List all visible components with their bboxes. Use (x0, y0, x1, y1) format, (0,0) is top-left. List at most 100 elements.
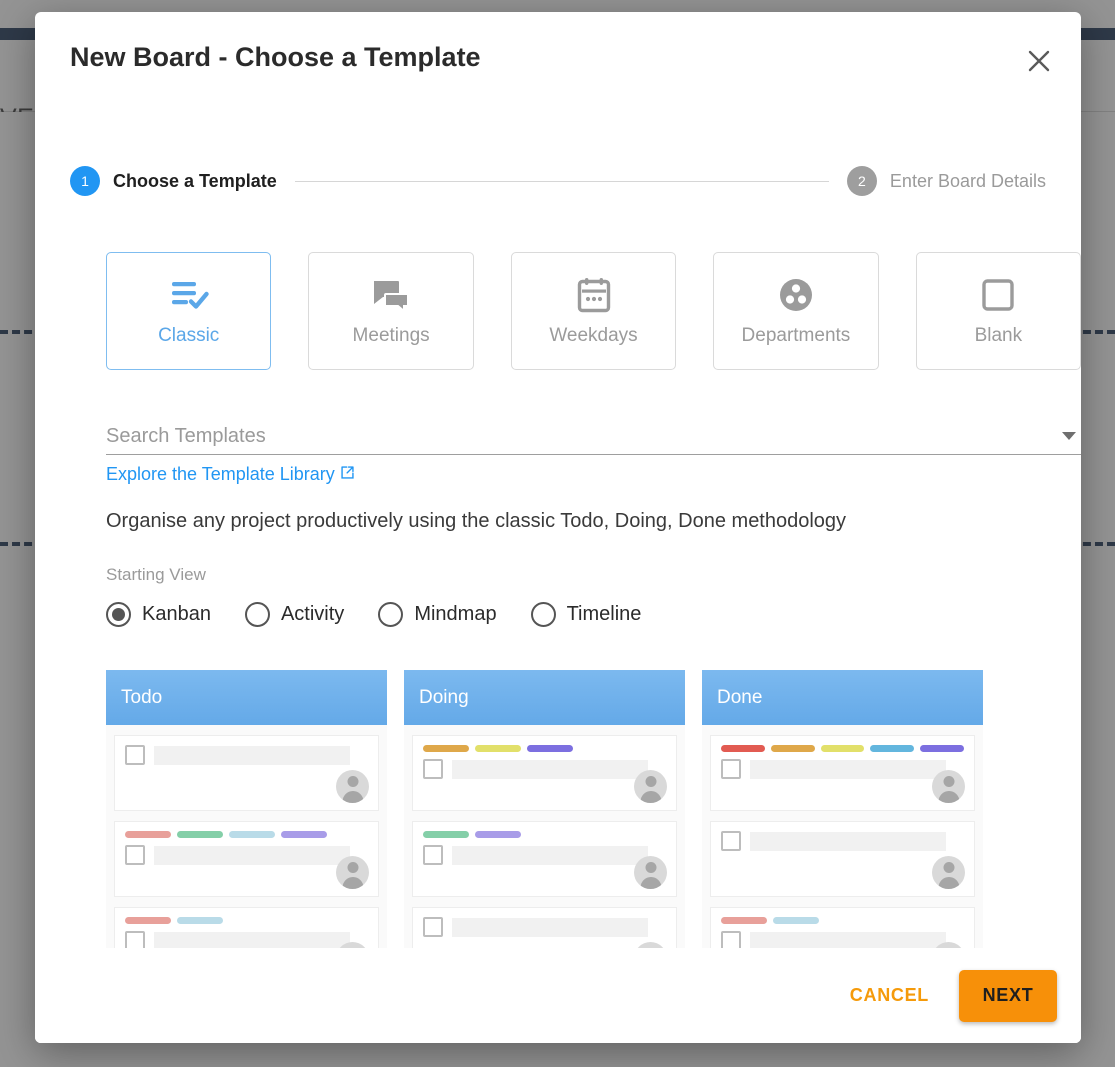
kanban-card[interactable] (412, 821, 677, 897)
close-icon (1026, 48, 1052, 74)
kanban-column-cards (702, 725, 983, 948)
kanban-card-label (281, 831, 327, 838)
template-library-link[interactable]: Explore the Template Library (106, 464, 355, 485)
radio-option-timeline[interactable]: Timeline (530, 602, 641, 627)
chat-bubbles-icon (372, 275, 410, 315)
template-description: Organise any project productively using … (106, 510, 847, 532)
kanban-card-label (177, 831, 223, 838)
starting-view-label: Starting View (106, 565, 206, 584)
radio-label-activity: Activity (280, 603, 345, 625)
kanban-card[interactable] (412, 907, 677, 948)
template-card-blank[interactable]: Blank (915, 252, 1081, 370)
kanban-column-cards (106, 725, 387, 948)
kanban-card-body (721, 831, 964, 851)
bubble-chart-icon (778, 275, 814, 315)
template-card-departments[interactable]: Departments (713, 252, 879, 370)
cancel-button[interactable]: CANCEL (846, 975, 933, 1016)
avatar (634, 770, 667, 803)
kanban-card-checkbox[interactable] (423, 845, 443, 865)
kanban-card-checkbox[interactable] (721, 931, 741, 948)
kanban-card-checkbox[interactable] (125, 931, 145, 948)
radio-circle-timeline (530, 602, 556, 627)
kanban-card-label (475, 831, 521, 838)
kanban-card-label (423, 831, 469, 838)
kanban-card-checkbox[interactable] (721, 759, 741, 779)
kanban-card-label (527, 745, 573, 752)
kanban-card-label (773, 917, 819, 924)
stepper-step-2[interactable]: 2 Enter Board Details (846, 166, 1046, 196)
kanban-card-labels (721, 917, 964, 924)
kanban-card-body (125, 931, 368, 948)
kanban-card-label (125, 831, 171, 838)
kanban-card[interactable] (114, 735, 379, 811)
avatar (336, 770, 369, 803)
stepper-step-1-label: Choose a Template (113, 170, 277, 191)
empty-square-icon (981, 275, 1015, 315)
stepper-step-2-label: Enter Board Details (889, 170, 1046, 191)
kanban-card-checkbox[interactable] (125, 745, 145, 765)
kanban-preview: Todo Doing Done (106, 670, 1081, 948)
kanban-card-checkbox[interactable] (423, 759, 443, 779)
kanban-card-body (423, 759, 666, 779)
template-card-list: Classic Meetings Weekdays Departments Bl… (106, 252, 1081, 370)
avatar (932, 856, 965, 889)
kanban-card[interactable] (412, 735, 677, 811)
kanban-card[interactable] (710, 907, 975, 948)
kanban-card-title-placeholder (154, 846, 350, 865)
close-button[interactable] (1020, 42, 1058, 80)
kanban-column: Todo (106, 670, 387, 948)
kanban-card-labels (721, 745, 964, 752)
stepper-step-1-number: 1 (70, 166, 100, 196)
kanban-card[interactable] (114, 907, 379, 948)
calendar-icon (577, 275, 611, 315)
search-templates-row (106, 417, 1081, 455)
kanban-card-label (721, 745, 765, 752)
kanban-card-label (475, 745, 521, 752)
kanban-card-body (125, 845, 368, 865)
kanban-card-title-placeholder (154, 932, 350, 948)
kanban-card[interactable] (710, 821, 975, 897)
kanban-card-checkbox[interactable] (423, 917, 443, 937)
kanban-card-labels (423, 745, 666, 752)
kanban-card-checkbox[interactable] (721, 831, 741, 851)
kanban-card-label (820, 745, 865, 752)
dialog-footer: CANCEL NEXT (35, 948, 1081, 1043)
kanban-card-body (423, 845, 666, 865)
template-library-link-label: Explore the Template Library (106, 464, 335, 484)
kanban-card[interactable] (710, 735, 975, 811)
stepper-step-2-number: 2 (846, 166, 877, 196)
kanban-column: Doing (404, 670, 685, 948)
next-button[interactable]: NEXT (959, 969, 1057, 1022)
kanban-card-title-placeholder (452, 918, 648, 937)
radio-option-activity[interactable]: Activity (244, 602, 345, 627)
kanban-card-label (229, 831, 275, 838)
kanban-card-title-placeholder (154, 746, 350, 765)
radio-circle-kanban (106, 602, 131, 627)
kanban-card-labels (125, 917, 368, 924)
template-card-weekdays-label: Weekdays (549, 325, 638, 346)
kanban-card-body (423, 917, 666, 937)
radio-label-kanban: Kanban (142, 603, 211, 625)
kanban-card-label (125, 917, 171, 924)
stepper-connector (294, 180, 829, 182)
kanban-card-body (721, 931, 964, 948)
new-board-dialog: New Board - Choose a Template 1 Choose a… (35, 12, 1081, 1043)
stepper-step-1[interactable]: 1 Choose a Template (70, 166, 277, 196)
search-input[interactable] (106, 425, 1057, 454)
radio-option-kanban[interactable]: Kanban (106, 602, 211, 627)
kanban-card-label (870, 745, 915, 752)
chevron-down-icon[interactable] (1057, 424, 1081, 448)
kanban-card-title-placeholder (452, 760, 648, 779)
kanban-column-title: Todo (106, 670, 387, 725)
dialog-header: New Board - Choose a Template (35, 12, 1081, 112)
radio-option-mindmap[interactable]: Mindmap (378, 602, 497, 627)
template-card-classic[interactable]: Classic (106, 252, 272, 370)
wizard-stepper: 1 Choose a Template 2 Enter Board Detail… (70, 154, 1046, 208)
template-card-meetings[interactable]: Meetings (308, 252, 474, 370)
avatar (634, 856, 667, 889)
kanban-column-cards (404, 725, 685, 948)
template-card-weekdays[interactable]: Weekdays (510, 252, 677, 370)
radio-label-mindmap: Mindmap (414, 603, 497, 625)
kanban-card-checkbox[interactable] (125, 845, 145, 865)
kanban-card[interactable] (114, 821, 379, 897)
